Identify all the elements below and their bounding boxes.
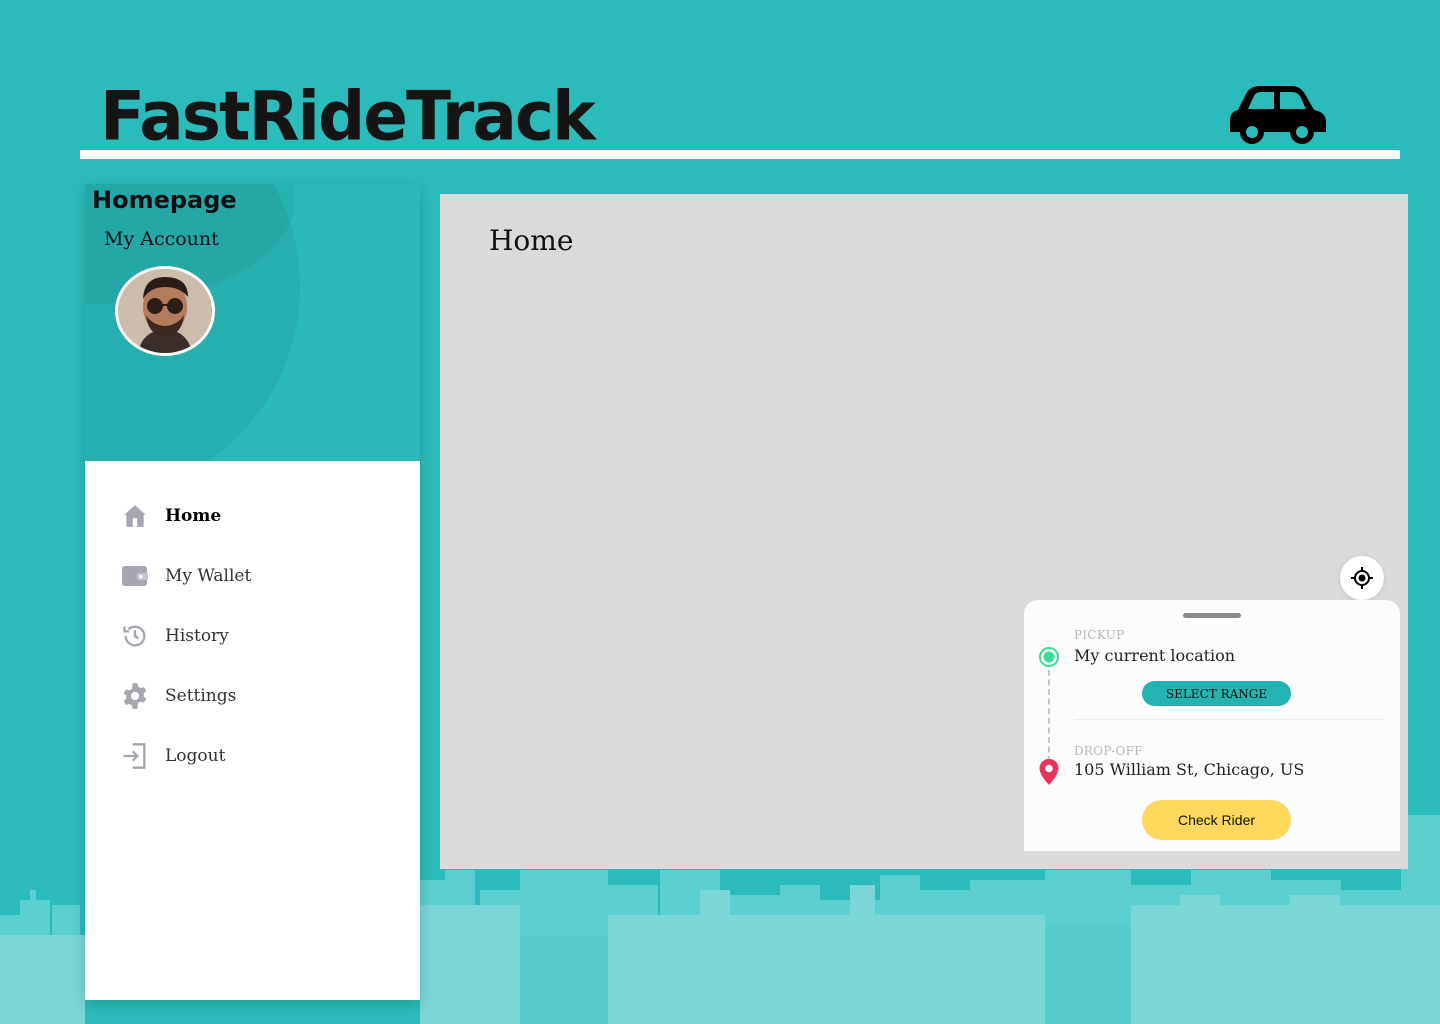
select-range-button[interactable]: SELECT RANGE xyxy=(1142,681,1291,706)
crosshair-icon xyxy=(1351,567,1373,589)
sidebar-item-home[interactable]: Home xyxy=(120,496,380,536)
home-icon xyxy=(120,501,150,531)
wallet-icon xyxy=(120,561,150,591)
my-account-label[interactable]: My Account xyxy=(104,228,219,250)
car-icon xyxy=(1230,86,1326,144)
dropoff-label: DROP-OFF xyxy=(1074,744,1143,758)
dropoff-pin-icon xyxy=(1039,759,1059,785)
sidebar: Homepage My Account Home My Wallet Histo… xyxy=(85,184,420,1000)
ride-request-card: PICKUP My current location SELECT RANGE … xyxy=(1024,600,1400,851)
history-icon xyxy=(120,621,150,651)
sidebar-header: Homepage My Account xyxy=(85,184,420,461)
divider xyxy=(1074,719,1384,720)
sidebar-item-logout[interactable]: Logout xyxy=(120,736,380,776)
logout-icon xyxy=(120,741,150,771)
sidebar-item-label: Logout xyxy=(165,746,226,766)
route-line xyxy=(1048,670,1050,762)
gear-icon xyxy=(120,681,150,711)
pickup-marker-icon xyxy=(1039,647,1059,667)
dropoff-field[interactable]: 105 William St, Chicago, US xyxy=(1074,760,1304,779)
header-divider xyxy=(80,150,1400,159)
brand-logo-text: FastRideTrack xyxy=(100,77,596,156)
avatar[interactable] xyxy=(115,266,215,356)
pickup-field[interactable]: My current location xyxy=(1074,646,1235,665)
page-title: Home xyxy=(489,224,574,257)
sidebar-item-settings[interactable]: Settings xyxy=(120,676,380,716)
drag-handle[interactable] xyxy=(1183,613,1241,618)
sidebar-title: Homepage xyxy=(92,186,237,214)
pickup-label: PICKUP xyxy=(1074,628,1125,642)
sidebar-item-wallet[interactable]: My Wallet xyxy=(120,556,380,596)
sidebar-item-label: Home xyxy=(165,506,222,526)
sidebar-item-label: My Wallet xyxy=(165,566,252,586)
avatar-portrait xyxy=(118,269,212,353)
sidebar-item-history[interactable]: History xyxy=(120,616,380,656)
locate-button[interactable] xyxy=(1340,556,1384,600)
check-rider-button[interactable]: Check Rider xyxy=(1142,800,1291,840)
sidebar-item-label: Settings xyxy=(165,686,237,706)
sidebar-item-label: History xyxy=(165,626,229,646)
